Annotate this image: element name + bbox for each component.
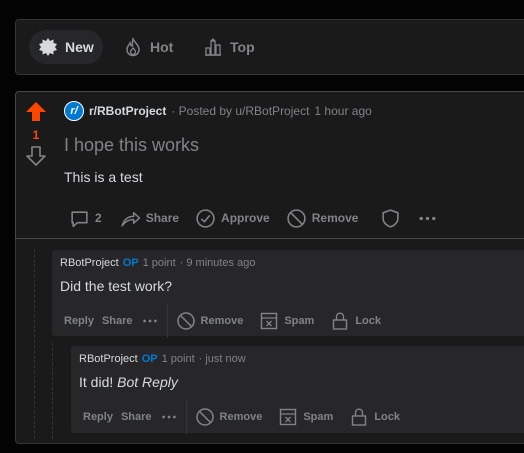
post-body: This is a test — [64, 169, 143, 185]
spam-button[interactable]: Spam — [274, 404, 337, 430]
lock-label: Lock — [374, 411, 400, 423]
sort-top-button[interactable]: Top — [194, 30, 264, 64]
op-badge: OP — [122, 257, 139, 269]
approve-check-icon — [196, 208, 215, 228]
remove-button[interactable]: Remove — [191, 404, 267, 430]
approve-button[interactable]: Approve — [190, 205, 275, 231]
subreddit-link[interactable]: r/RBotProject — [89, 104, 166, 118]
sort-bar: New Hot Top — [15, 19, 524, 75]
spam-box-icon — [280, 408, 297, 426]
remove-ban-icon — [195, 408, 214, 426]
sort-new-button[interactable]: New — [29, 30, 103, 64]
comment-bubble-icon — [71, 210, 88, 227]
reply-button[interactable]: Reply — [79, 404, 117, 430]
post-time: 1 hour ago — [314, 104, 372, 118]
lock-button[interactable]: Lock — [345, 404, 404, 430]
comment-text-italic: Bot Reply — [117, 374, 178, 390]
comment-text-plain: It did! — [79, 374, 114, 390]
comments-panel: RBotProject OP 1 point · 9 minutes ago D… — [15, 239, 524, 444]
comment-time[interactable]: · just now — [199, 353, 246, 365]
remove-label: Remove — [311, 211, 359, 225]
share-label: Share — [145, 211, 180, 225]
more-dots-icon — [161, 415, 176, 419]
spam-label: Spam — [284, 315, 315, 327]
upvote-arrow-icon[interactable] — [25, 101, 47, 123]
comment-1: RBotProject OP 1 point · 9 minutes ago D… — [52, 250, 524, 338]
approve-label: Approve — [221, 211, 270, 225]
remove-label: Remove — [200, 315, 244, 327]
more-options-button[interactable] — [137, 308, 163, 334]
share-button[interactable]: Share — [115, 205, 184, 231]
share-button[interactable]: Share — [117, 404, 156, 430]
lock-icon — [352, 408, 367, 426]
thread-line[interactable] — [34, 249, 35, 439]
lock-label: Lock — [355, 315, 381, 327]
more-dots-icon — [142, 319, 157, 323]
sort-hot-label: Hot — [150, 39, 174, 55]
sort-new-label: New — [65, 39, 94, 55]
comment-author[interactable]: RBotProject — [60, 257, 119, 269]
spam-label: Spam — [303, 411, 334, 423]
subreddit-icon[interactable]: r/ — [64, 101, 84, 121]
remove-button[interactable]: Remove — [172, 308, 248, 334]
sort-top-label: Top — [230, 39, 255, 55]
post-score: 1 — [32, 128, 40, 142]
more-options-button[interactable] — [412, 205, 443, 231]
remove-button[interactable]: Remove — [281, 205, 364, 231]
vote-column: 1 — [16, 92, 56, 238]
downvote-arrow-icon[interactable] — [25, 145, 47, 167]
comment-author[interactable]: RBotProject — [79, 353, 138, 365]
sort-hot-button[interactable]: Hot — [114, 30, 182, 64]
mod-shield-button[interactable] — [375, 205, 406, 231]
share-arrow-icon — [121, 211, 140, 227]
comment-count: 2 — [95, 211, 102, 225]
comment-2: RBotProject OP 1 point · just now It did… — [71, 346, 524, 434]
more-options-button[interactable] — [156, 404, 182, 430]
thread-line-nested[interactable] — [52, 343, 53, 439]
comment-text: Did the test work? — [60, 278, 173, 294]
post-meta: r/ r/RBotProject · Posted by u/RBotProje… — [64, 101, 372, 121]
action-divider — [166, 304, 168, 338]
remove-label: Remove — [219, 411, 263, 423]
shield-icon — [382, 208, 400, 228]
lock-icon — [333, 312, 348, 330]
op-badge: OP — [141, 353, 158, 365]
comment-actions: Reply Share Remove Spam Lock — [79, 400, 404, 434]
remove-ban-icon — [287, 208, 306, 228]
spam-button[interactable]: Spam — [255, 308, 318, 334]
more-dots-icon — [419, 216, 436, 220]
post-actions: 2 Share Approve Remove — [64, 205, 443, 231]
flame-icon — [126, 37, 140, 57]
comment-text: It did! Bot Reply — [79, 374, 178, 390]
comment-meta: RBotProject OP 1 point · just now — [79, 353, 246, 365]
comment-time[interactable]: · 9 minutes ago — [180, 257, 256, 269]
post-card: 1 r/ r/RBotProject · Posted by u/RBotPro… — [15, 91, 524, 239]
remove-ban-icon — [176, 312, 195, 330]
lock-button[interactable]: Lock — [326, 308, 385, 334]
share-button[interactable]: Share — [98, 308, 137, 334]
comment-actions: Reply Share Remove Spam Lock — [60, 304, 385, 338]
comment-points: 1 point — [161, 353, 195, 365]
top-chart-icon — [205, 38, 221, 56]
reply-button[interactable]: Reply — [60, 308, 98, 334]
comment-points: 1 point — [142, 257, 176, 269]
comments-button[interactable]: 2 — [64, 205, 107, 231]
spam-box-icon — [261, 312, 278, 330]
post-title[interactable]: I hope this works — [64, 135, 199, 156]
action-divider — [185, 400, 187, 434]
posted-by[interactable]: · Posted by u/RBotProject — [171, 104, 309, 118]
comment-meta: RBotProject OP 1 point · 9 minutes ago — [60, 257, 255, 269]
new-burst-icon — [39, 38, 57, 56]
